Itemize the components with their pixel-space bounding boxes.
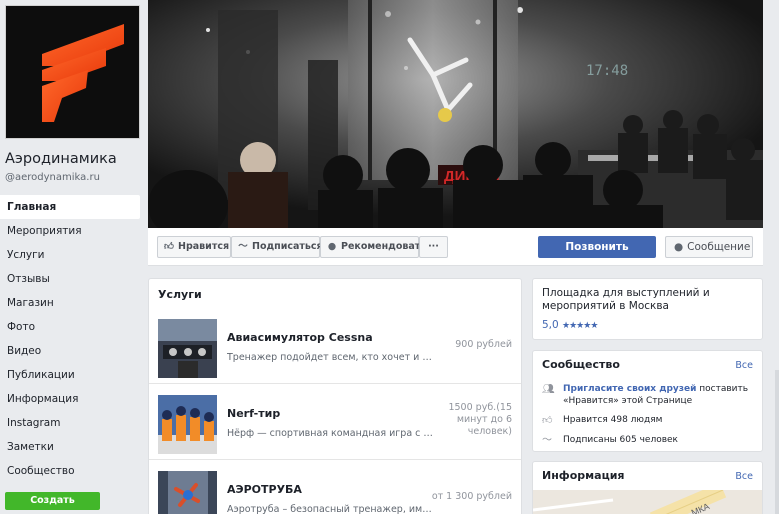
- users-icon: 👥︎: [542, 384, 555, 395]
- rss-icon: 〜: [542, 435, 552, 446]
- message-button[interactable]: ● Сообщение: [665, 236, 753, 258]
- service-image-cessna[interactable]: [158, 319, 217, 378]
- nav-item-photos[interactable]: Фото: [0, 315, 140, 339]
- service-item[interactable]: АЭРОТРУБА Аэротруба – безопасный тренаже…: [149, 460, 521, 514]
- service-description: Тренажер подойдет всем, кто хочет и люби…: [227, 352, 437, 363]
- page-logo[interactable]: [5, 5, 140, 139]
- messenger-icon: ●: [674, 241, 684, 253]
- create-page-button[interactable]: Создать Страницу: [5, 492, 100, 514]
- rating[interactable]: 5,0 ★★★★★: [542, 319, 598, 331]
- service-price: 1500 руб.(15 минут до 6 человек): [448, 402, 512, 437]
- service-description: Аэротруба – безопасный тренажер, имитиру…: [227, 504, 437, 514]
- service-name[interactable]: АЭРОТРУБА: [227, 483, 302, 496]
- follow-label: Подписаться: [252, 241, 323, 252]
- stars-icon: ★★★★★: [562, 321, 598, 331]
- invite-friends-row: 👥︎ Пригласите своих друзей поставить «Нр…: [542, 383, 753, 407]
- community-card: Сообщество Все 👥︎ Пригласите своих друзе…: [532, 350, 763, 452]
- likes-count: Нравится 498 людям: [563, 415, 663, 425]
- services-card: Услуги Авиасимулятор Cessna Тренажер под…: [148, 278, 522, 514]
- likes-row: 👍︎ Нравится 498 людям: [542, 414, 753, 426]
- nav-item-community[interactable]: Сообщество: [0, 459, 140, 483]
- message-label: Сообщение: [687, 241, 751, 253]
- service-item[interactable]: Авиасимулятор Cessna Тренажер подойдет в…: [149, 308, 521, 384]
- nav-item-services[interactable]: Услуги: [0, 243, 140, 267]
- more-options-button[interactable]: ···: [419, 236, 448, 258]
- invite-friends-link[interactable]: Пригласите своих друзей: [563, 384, 696, 394]
- location-map[interactable]: МКА: [533, 490, 762, 514]
- cockpit-thumbnail: [158, 319, 217, 378]
- cover-photo[interactable]: ДИНАМ 17:48: [148, 0, 763, 228]
- nav-item-home[interactable]: Главная: [0, 195, 140, 219]
- service-image-tunnel[interactable]: [158, 471, 217, 514]
- nav-item-posts[interactable]: Публикации: [0, 363, 140, 387]
- about-description: Площадка для выступлений и мероприятий в…: [542, 287, 710, 312]
- ellipsis-icon: ···: [428, 241, 439, 252]
- page-action-bar: 👍︎ Нравится 〜 Подписаться ● Рекомендовать ·…: [148, 228, 763, 266]
- nerf-team-thumbnail: [158, 395, 217, 454]
- logo-icon: [6, 6, 139, 138]
- nav-item-instagram[interactable]: Instagram: [0, 411, 140, 435]
- nav-item-videos[interactable]: Видео: [0, 339, 140, 363]
- about-card: Площадка для выступлений и мероприятий в…: [532, 278, 763, 340]
- service-item[interactable]: Nerf-тир Нёрф — спортивная командная игр…: [149, 384, 521, 460]
- nav-item-shop[interactable]: Магазин: [0, 291, 140, 315]
- rating-value: 5,0: [542, 319, 559, 331]
- nav-item-about[interactable]: Информация: [0, 387, 140, 411]
- service-name[interactable]: Nerf-тир: [227, 407, 280, 420]
- thumbs-up-icon: 👍︎: [542, 415, 553, 426]
- call-button[interactable]: Позвонить: [538, 236, 656, 258]
- map-image: МКА: [533, 490, 762, 514]
- chat-sidebar-edge: [775, 370, 779, 514]
- nav-item-events[interactable]: Мероприятия: [0, 219, 140, 243]
- recommend-button[interactable]: ● Рекомендовать: [320, 236, 426, 258]
- community-title: Сообщество: [542, 358, 620, 371]
- nav-item-notes[interactable]: Заметки: [0, 435, 140, 459]
- info-card: Информация Все МКА: [532, 461, 763, 514]
- cover-image: ДИНАМ 17:48: [148, 0, 763, 228]
- service-price: от 1 300 рублей: [431, 491, 512, 502]
- wind-tunnel-thumbnail: [158, 471, 217, 514]
- speech-bubble-icon: ●: [327, 241, 337, 252]
- followers-count: Подписаны 605 человек: [563, 435, 678, 445]
- like-button[interactable]: 👍︎ Нравится: [157, 236, 231, 258]
- rss-icon: 〜: [238, 241, 248, 252]
- followers-row: 〜 Подписаны 605 человек: [542, 434, 753, 446]
- page-nav: Главная Мероприятия Услуги Отзывы Магази…: [0, 195, 140, 483]
- follow-button[interactable]: 〜 Подписаться: [231, 236, 323, 258]
- service-price: 900 рублей: [455, 339, 512, 350]
- wall-clock: 17:48: [586, 63, 628, 79]
- services-title: Услуги: [158, 288, 202, 301]
- community-see-all[interactable]: Все: [735, 360, 753, 371]
- page-username[interactable]: @aerodynamika.ru: [5, 172, 100, 183]
- thumbs-up-icon: 👍︎: [164, 241, 174, 252]
- nav-item-reviews[interactable]: Отзывы: [0, 267, 140, 291]
- recommend-label: Рекомендовать: [341, 241, 427, 252]
- info-see-all[interactable]: Все: [735, 471, 753, 482]
- service-description: Нёрф — спортивная командная игра с испол…: [227, 428, 437, 439]
- like-label: Нравится: [178, 241, 230, 252]
- info-title: Информация: [542, 469, 625, 482]
- page-title[interactable]: Аэродинамика: [5, 151, 117, 167]
- service-image-nerf[interactable]: [158, 395, 217, 454]
- service-name[interactable]: Авиасимулятор Cessna: [227, 331, 373, 344]
- left-column: Аэродинамика @aerodynamika.ru Главная Ме…: [0, 0, 148, 514]
